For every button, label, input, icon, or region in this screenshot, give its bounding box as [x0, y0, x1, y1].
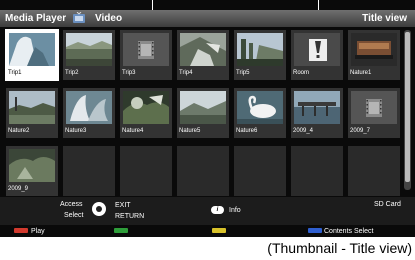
- scrollbar[interactable]: [404, 30, 411, 190]
- thumbnail-image: [123, 33, 169, 66]
- thumbnail-item-nature1[interactable]: Nature1: [348, 30, 400, 80]
- bottom-help-bar: Access Select EXIT RETURN i Info SD Card: [0, 197, 415, 225]
- thumbnail-item-trip1[interactable]: Trip1: [6, 30, 58, 80]
- thumbnail-item-trip5[interactable]: Trip5: [234, 30, 286, 80]
- contents-select-label: Contents Select: [324, 228, 374, 235]
- thumbnail-item-trip4[interactable]: Trip4: [177, 30, 229, 80]
- select-hint: Select: [64, 212, 84, 219]
- empty-slot: [234, 146, 286, 196]
- thumbnail-label: Trip4: [179, 70, 193, 76]
- access-hint: Access: [60, 201, 83, 208]
- thumbnail-label: Room: [293, 70, 310, 76]
- sd-card-label: SD Card: [374, 201, 401, 208]
- thumbnail-item-nature5[interactable]: Nature5: [177, 88, 229, 138]
- red-button[interactable]: [14, 228, 28, 233]
- play-label: Play: [31, 228, 45, 235]
- thumbnail-image: [9, 149, 55, 182]
- thumbnail-item-2009_4[interactable]: 2009_4: [291, 88, 343, 138]
- thumbnail-item-trip2[interactable]: Trip2: [63, 30, 115, 80]
- thumbnail-label: Trip3: [122, 70, 136, 76]
- thumbnail-label: Nature1: [350, 70, 372, 76]
- scrollbar-thumb[interactable]: [405, 32, 410, 182]
- thumbnail-image: [123, 91, 169, 124]
- thumbnail-item-trip3[interactable]: Trip3: [120, 30, 172, 80]
- media-player-icon: [73, 12, 85, 23]
- figure-caption: (Thumbnail - Title view): [267, 240, 412, 256]
- view-mode: Title view: [362, 13, 407, 24]
- callout-line-left: [152, 0, 153, 10]
- empty-slot: [348, 146, 400, 196]
- thumbnail-label: Trip2: [65, 70, 79, 76]
- green-button[interactable]: [114, 228, 128, 233]
- thumbnail-label: Nature2: [8, 128, 30, 134]
- thumbnail-image: [237, 91, 283, 124]
- exit-hint: EXIT: [115, 202, 131, 209]
- thumbnail-label: Nature3: [65, 128, 87, 134]
- thumbnail-label: Trip5: [236, 70, 250, 76]
- section-title: Video: [95, 13, 123, 24]
- thumbnail-label: Nature4: [122, 128, 144, 134]
- thumbnail-image: [180, 33, 226, 66]
- header-bar: Media Player Video Title view: [0, 10, 415, 27]
- info-hint: Info: [229, 207, 241, 214]
- thumbnail-label: 2009_7: [350, 128, 371, 134]
- yellow-button[interactable]: [212, 228, 226, 233]
- callout-line-right: [318, 0, 319, 10]
- empty-slot: [291, 146, 343, 196]
- thumbnail-image: [180, 91, 226, 124]
- thumbnail-image: [294, 33, 340, 66]
- thumbnail-label: 2009_9: [8, 186, 29, 192]
- thumbnail-item-nature4[interactable]: Nature4: [120, 88, 172, 138]
- thumbnail-image: [351, 91, 397, 124]
- thumbnail-image: [237, 33, 283, 66]
- thumbnail-item-2009_9[interactable]: 2009_9: [6, 146, 58, 196]
- thumbnail-image: [351, 33, 397, 66]
- thumbnail-image: [66, 33, 112, 66]
- color-button-bar: Play Contents Select: [0, 225, 415, 237]
- thumbnail-label: Trip1: [8, 70, 22, 76]
- thumbnail-label: Nature6: [236, 128, 258, 134]
- thumbnail-image: [294, 91, 340, 124]
- return-hint: RETURN: [115, 213, 145, 220]
- thumbnail-image: [9, 33, 55, 66]
- thumbnail-image: [9, 91, 55, 124]
- app-title: Media Player: [5, 13, 67, 24]
- info-icon: i: [211, 206, 224, 214]
- tv-screen: Media Player Video Title view Trip1 Trip2…: [0, 0, 415, 237]
- empty-slot: [177, 146, 229, 196]
- thumbnail-item-nature6[interactable]: Nature6: [234, 88, 286, 138]
- empty-slot: [120, 146, 172, 196]
- dpad-icon: [92, 202, 106, 216]
- thumbnail-item-room[interactable]: Room: [291, 30, 343, 80]
- thumbnail-item-nature3[interactable]: Nature3: [63, 88, 115, 138]
- thumbnail-label: Nature5: [179, 128, 201, 134]
- empty-slot: [63, 146, 115, 196]
- thumbnail-image: [66, 91, 112, 124]
- thumbnail-item-2009_7[interactable]: 2009_7: [348, 88, 400, 138]
- blue-button[interactable]: [308, 228, 322, 233]
- thumbnail-item-nature2[interactable]: Nature2: [6, 88, 58, 138]
- thumbnail-label: 2009_4: [293, 128, 314, 134]
